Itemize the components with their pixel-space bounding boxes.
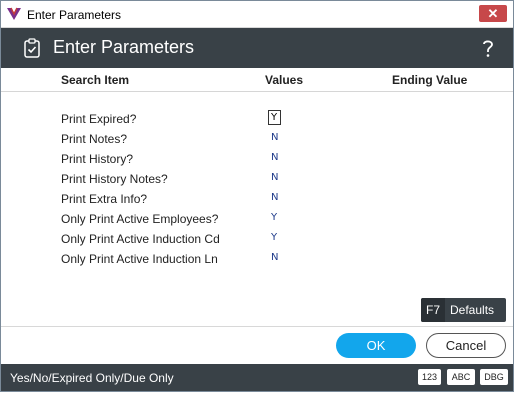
column-headers: Search Item Values Ending Value bbox=[1, 68, 513, 92]
parameter-list: Print Expired? Y Print Notes? N Print Hi… bbox=[1, 109, 513, 269]
close-icon: ✕ bbox=[487, 6, 499, 21]
column-header-values: Values bbox=[265, 73, 304, 87]
mode-abc-button[interactable]: ABC bbox=[447, 369, 475, 385]
cancel-button[interactable]: Cancel bbox=[426, 333, 506, 358]
status-bar: Yes/No/Expired Only/Due Only 123 ABC DBG bbox=[1, 364, 513, 391]
defaults-button[interactable]: F7 Defaults bbox=[421, 298, 506, 322]
parameter-row: Only Print Active Induction Ln N bbox=[1, 249, 513, 269]
app-logo-icon bbox=[7, 7, 21, 20]
mode-dbg-button[interactable]: DBG bbox=[480, 369, 508, 385]
defaults-label: Defaults bbox=[450, 303, 495, 317]
column-header-search-item: Search Item bbox=[61, 73, 130, 87]
parameter-value[interactable]: N bbox=[271, 152, 278, 163]
parameter-label: Print History Notes? bbox=[61, 172, 168, 186]
parameter-value[interactable]: N bbox=[271, 252, 278, 263]
parameter-label: Print Extra Info? bbox=[61, 192, 148, 206]
parameter-label: Print Notes? bbox=[61, 132, 128, 146]
column-header-ending-value: Ending Value bbox=[392, 73, 468, 87]
clipboard-check-icon bbox=[24, 38, 40, 58]
parameter-row: Print History? N bbox=[1, 149, 513, 169]
os-titlebar: Enter Parameters ✕ bbox=[1, 1, 513, 28]
parameter-row: Print History Notes? N bbox=[1, 169, 513, 189]
parameter-label: Print History? bbox=[61, 152, 134, 166]
page-title: Enter Parameters bbox=[53, 37, 195, 57]
os-window-title: Enter Parameters bbox=[27, 8, 122, 22]
status-hint: Yes/No/Expired Only/Due Only bbox=[10, 371, 174, 385]
ok-button[interactable]: OK bbox=[336, 333, 416, 358]
parameter-value[interactable]: N bbox=[271, 132, 278, 143]
mode-123-button[interactable]: 123 bbox=[418, 369, 441, 385]
parameter-value[interactable]: Y bbox=[271, 232, 277, 243]
parameter-label: Only Print Active Induction Cd bbox=[61, 232, 220, 246]
help-icon[interactable] bbox=[479, 37, 497, 59]
defaults-shortcut-key: F7 bbox=[421, 298, 445, 322]
parameter-label: Print Expired? bbox=[61, 112, 137, 126]
parameter-value[interactable]: N bbox=[271, 172, 278, 183]
parameter-row: Print Notes? N bbox=[1, 129, 513, 149]
button-bar: OK Cancel bbox=[1, 326, 513, 364]
close-button[interactable]: ✕ bbox=[479, 5, 507, 22]
parameter-row: Print Expired? Y bbox=[1, 109, 513, 129]
parameter-label: Only Print Active Employees? bbox=[61, 212, 219, 226]
dialog-window: Enter Parameters ✕ Enter Parameters Sear… bbox=[0, 0, 514, 392]
dialog-header: Enter Parameters bbox=[1, 28, 513, 68]
parameter-value-input[interactable]: Y bbox=[268, 110, 281, 125]
parameter-row: Print Extra Info? N bbox=[1, 189, 513, 209]
parameter-value[interactable]: N bbox=[271, 192, 278, 203]
parameter-label: Only Print Active Induction Ln bbox=[61, 252, 218, 266]
parameter-row: Only Print Active Employees? Y bbox=[1, 209, 513, 229]
parameter-row: Only Print Active Induction Cd Y bbox=[1, 229, 513, 249]
parameter-value[interactable]: Y bbox=[271, 212, 277, 223]
